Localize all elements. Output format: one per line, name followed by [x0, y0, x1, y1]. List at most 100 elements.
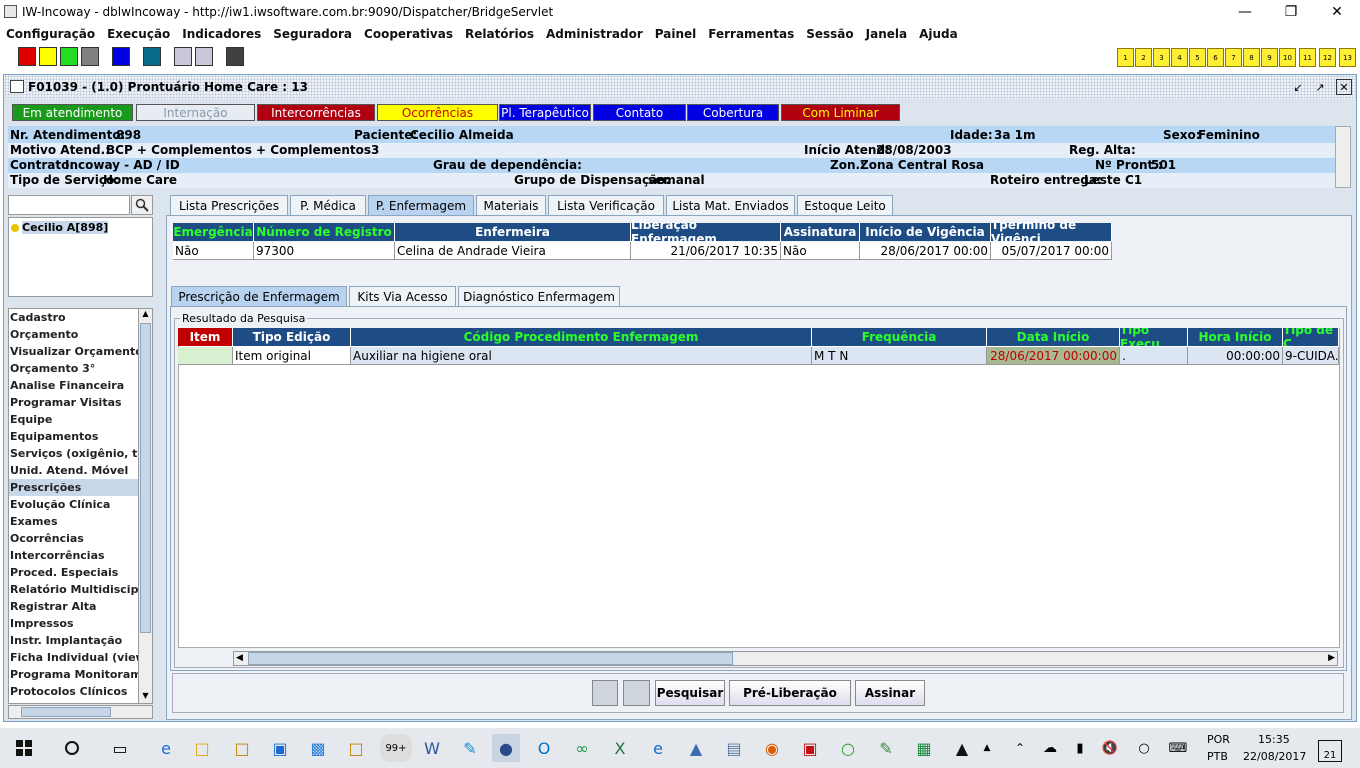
menu-painel[interactable]: Painel: [649, 27, 702, 41]
quick-7[interactable]: 7: [1225, 48, 1242, 67]
assinar-button[interactable]: Assinar: [855, 680, 925, 706]
windows-icon[interactable]: [195, 47, 213, 66]
visual-studio-icon[interactable]: ∞: [568, 734, 596, 762]
notification-badge[interactable]: 99+: [380, 734, 412, 762]
menu-seguradora[interactable]: Seguradora: [267, 27, 358, 41]
nav-programa-monitoramento[interactable]: Programa Monitoramer: [9, 666, 143, 683]
nav-unid-atend-movel[interactable]: Unid. Atend. Móvel: [9, 462, 143, 479]
notepad-plus-icon[interactable]: ✎: [872, 734, 900, 762]
folder-icon[interactable]: □: [228, 734, 256, 762]
nav-protocolos-clinicos[interactable]: Protocolos Clínicos: [9, 683, 143, 700]
paint-icon[interactable]: ▲: [682, 734, 710, 762]
status-com-liminar[interactable]: Com Liminar: [781, 104, 900, 121]
quick-9[interactable]: 9: [1261, 48, 1278, 67]
close-button[interactable]: ✕: [1314, 0, 1360, 24]
cell-emergencia[interactable]: Não: [173, 242, 254, 260]
menu-relatorios[interactable]: Relatórios: [459, 27, 540, 41]
menu-indicadores[interactable]: Indicadores: [176, 27, 267, 41]
red-tool-button[interactable]: [18, 47, 36, 66]
network-app-icon[interactable]: ▩: [304, 734, 332, 762]
menu-cooperativas[interactable]: Cooperativas: [358, 27, 459, 41]
java-app-icon[interactable]: ●: [492, 734, 520, 762]
nav-ocorrencias[interactable]: Ocorrências: [9, 530, 143, 547]
taskbar-overflow-icon[interactable]: ▲: [980, 734, 994, 762]
file-explorer-icon[interactable]: □: [188, 734, 216, 762]
tab-lista-verificacao[interactable]: Lista Verificação: [548, 195, 664, 215]
tab-p-enfermagem[interactable]: P. Enfermagem: [368, 195, 474, 215]
status-ocorrencias[interactable]: Ocorrências: [377, 104, 498, 121]
scroll-right-icon[interactable]: ▶: [1328, 653, 1335, 663]
subtab-diagnostico-enfermagem[interactable]: Diagnóstico Enfermagem: [458, 286, 620, 306]
teal-tool-button[interactable]: [143, 47, 161, 66]
left-nav-scroll-thumb[interactable]: [140, 323, 151, 633]
clock-date[interactable]: 22/08/2017: [1243, 750, 1306, 763]
left-hscroll-thumb[interactable]: [21, 707, 111, 717]
minimize-button[interactable]: —: [1222, 0, 1268, 24]
cell-liberacao-enfermagem[interactable]: 21/06/2017 10:35: [631, 242, 781, 260]
col-emergencia[interactable]: Emergência: [173, 223, 254, 241]
status-cobertura[interactable]: Cobertura: [687, 104, 779, 121]
quick-2[interactable]: 2: [1135, 48, 1152, 67]
col-termino-vigencia[interactable]: Tpermino de Vigênci: [991, 218, 1112, 246]
task-view-icon[interactable]: ▭: [106, 734, 134, 762]
quick-13[interactable]: 13: [1339, 48, 1356, 67]
status-contato[interactable]: Contato: [593, 104, 686, 121]
nav-programar-visitas[interactable]: Programar Visitas: [9, 394, 143, 411]
col-hora-inicio[interactable]: Hora Início: [1188, 328, 1283, 346]
outlook-icon[interactable]: O: [530, 734, 558, 762]
pesquisar-button[interactable]: Pesquisar: [655, 680, 725, 706]
nav-impressos[interactable]: Impressos: [9, 615, 143, 632]
nav-relatorio-multidisciplinar[interactable]: Relatório Multidisciplina: [9, 581, 143, 598]
tab-lista-prescricoes[interactable]: Lista Prescrições: [170, 195, 288, 215]
patient-search-input[interactable]: [8, 195, 130, 215]
col-inicio-vigencia[interactable]: Início de Vigência: [860, 223, 991, 241]
onedrive-icon[interactable]: ☁: [1036, 734, 1064, 762]
cell-numero-registro[interactable]: 97300: [254, 242, 395, 260]
clock-time[interactable]: 15:35: [1258, 733, 1290, 746]
firefox-icon[interactable]: ◉: [758, 734, 786, 762]
windows-start-icon[interactable]: [10, 734, 38, 762]
lang-secondary[interactable]: PTB: [1207, 750, 1228, 763]
grid-hscroll-thumb[interactable]: [248, 652, 733, 665]
col-data-inicio[interactable]: Data Início: [987, 328, 1120, 346]
filezilla-icon[interactable]: ▣: [796, 734, 824, 762]
photos-icon[interactable]: ▲: [948, 734, 976, 762]
tab-lista-mat-enviados[interactable]: Lista Mat. Enviados: [666, 195, 795, 215]
quick-6[interactable]: 6: [1207, 48, 1224, 67]
nav-registrar-alta[interactable]: Registrar Alta: [9, 598, 143, 615]
cell-tipo-execucao[interactable]: .: [1120, 347, 1188, 365]
sheets-icon[interactable]: ▦: [910, 734, 938, 762]
minimize-frame-icon[interactable]: ↙: [1290, 79, 1306, 95]
menu-execucao[interactable]: Execução: [101, 27, 176, 41]
excel-icon[interactable]: X: [606, 734, 634, 762]
status-em-atendimento[interactable]: Em atendimento: [12, 104, 133, 121]
left-nav-scrollbar[interactable]: ▲ ▼: [138, 308, 153, 704]
cell-item[interactable]: [178, 347, 233, 365]
menu-administrador[interactable]: Administrador: [540, 27, 649, 41]
cell-codigo-procedimento[interactable]: Auxiliar na higiene oral: [351, 347, 812, 365]
nav-cadastro[interactable]: Cadastro: [9, 309, 143, 326]
left-horizontal-scrollbar[interactable]: [8, 705, 153, 719]
col-frequencia[interactable]: Frequência: [812, 328, 987, 346]
tree-item-patient[interactable]: Cecilio A[898]: [11, 221, 109, 234]
keyboard-icon[interactable]: ⌨: [1164, 734, 1192, 762]
show-hidden-icons[interactable]: ⌃: [1006, 734, 1034, 762]
col-item[interactable]: Item: [178, 328, 233, 346]
col-enfermeira[interactable]: Enfermeira: [395, 223, 631, 241]
quick-12[interactable]: 12: [1319, 48, 1336, 67]
maximize-frame-icon[interactable]: ↗: [1312, 79, 1328, 95]
menu-ajuda[interactable]: Ajuda: [913, 27, 964, 41]
subtab-kits-via-acesso[interactable]: Kits Via Acesso: [349, 286, 456, 306]
quick-8[interactable]: 8: [1243, 48, 1260, 67]
col-tipo-cuidado[interactable]: Tipo de C: [1283, 328, 1339, 346]
word-icon[interactable]: W: [418, 734, 446, 762]
green-tool-button[interactable]: [60, 47, 78, 66]
battery-icon[interactable]: ▮: [1066, 734, 1094, 762]
scroll-left-icon[interactable]: ◀: [236, 653, 243, 663]
nav-orcamento-3[interactable]: Orçamento 3°: [9, 360, 143, 377]
quick-1[interactable]: 1: [1117, 48, 1134, 67]
cell-enfermeira[interactable]: Celina de Andrade Vieira: [395, 242, 631, 260]
cell-tipo-edicao[interactable]: Item original: [233, 347, 351, 365]
quick-10[interactable]: 10: [1279, 48, 1296, 67]
col-numero-registro[interactable]: Número de Registro: [254, 223, 395, 241]
